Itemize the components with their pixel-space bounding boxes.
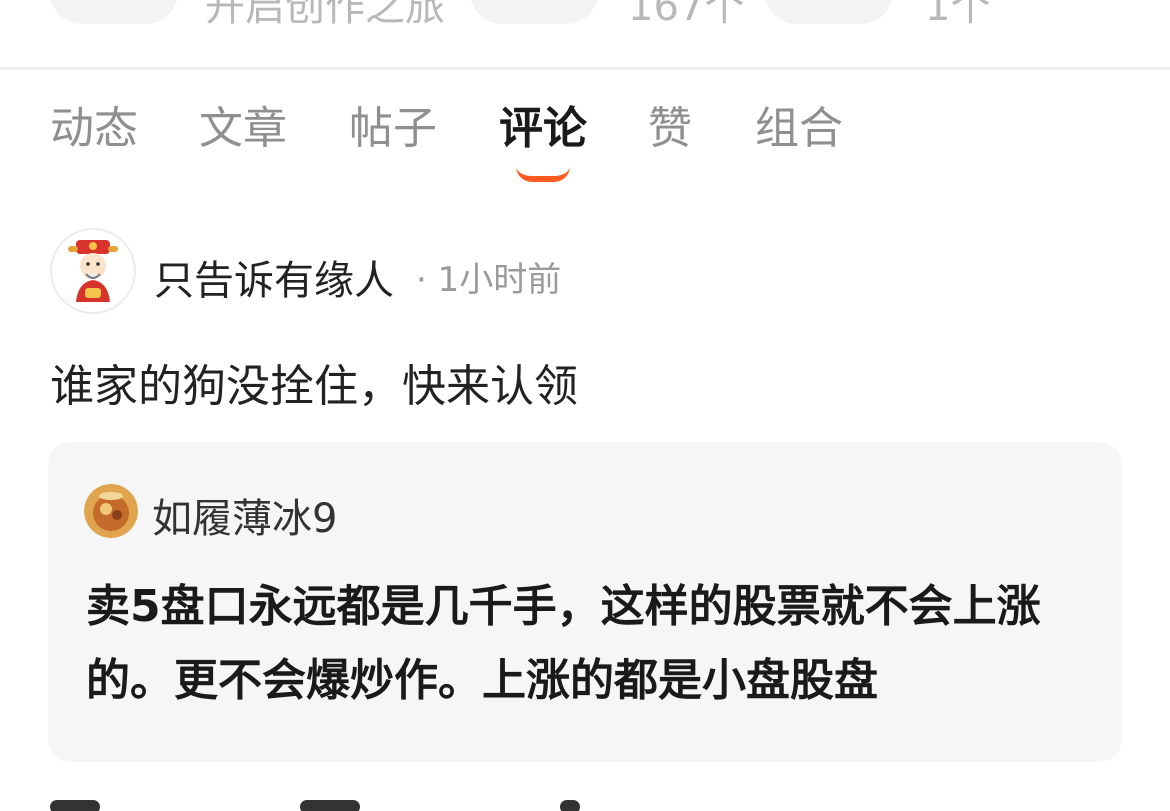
next-item-peek: [50, 800, 650, 811]
tab-portfolios[interactable]: 组合: [755, 96, 843, 162]
tab-posts[interactable]: 帖子: [349, 96, 437, 162]
food-avatar-icon[interactable]: [84, 484, 138, 538]
peek-shape-3: [560, 800, 580, 811]
active-tab-indicator: [516, 166, 570, 182]
tab-dynamics[interactable]: 动态: [50, 96, 138, 162]
section-divider: [0, 67, 1170, 70]
quoted-text: 卖5盘口永远都是几千手，这样的股票就不会上涨的。更不会爆炒作。上涨的都是小盘股盘: [86, 581, 1041, 706]
stat-text-1[interactable]: 开启创作之旅: [205, 0, 445, 32]
stat-icon-1: [50, 0, 178, 24]
stat-icon-3: [765, 0, 893, 24]
stat-icon-2: [470, 0, 598, 24]
tab-comments[interactable]: 评论: [499, 96, 587, 162]
profile-stats-row: 开启创作之旅 167个 1个: [0, 0, 1170, 68]
peek-shape-2: [300, 800, 360, 811]
peek-shape-1: [50, 800, 100, 811]
profile-tabs: 动态 文章 帖子 评论 赞 组合: [0, 96, 1170, 186]
stat-text-3[interactable]: 1个: [925, 0, 990, 32]
stat-text-2[interactable]: 167个: [628, 0, 744, 32]
tab-likes[interactable]: 赞: [648, 96, 692, 162]
god-of-wealth-avatar-icon[interactable]: [50, 228, 136, 314]
profile-comments-page: 开启创作之旅 167个 1个 动态 文章 帖子 评论 赞 组合 只告诉有缘人 ·…: [0, 0, 1170, 811]
tab-articles[interactable]: 文章: [199, 96, 287, 162]
quoted-author[interactable]: 如履薄冰9: [152, 486, 337, 544]
quoted-post-card[interactable]: 如履薄冰9 卖5盘口永远都是几千手，这样的股票就不会上涨的。更不会爆炒作。上涨的…: [48, 442, 1122, 762]
comment-author[interactable]: 只告诉有缘人: [154, 248, 394, 306]
comment-text[interactable]: 谁家的狗没拴住，快来认领: [50, 350, 578, 414]
comment-time: · 1小时前: [416, 260, 562, 300]
